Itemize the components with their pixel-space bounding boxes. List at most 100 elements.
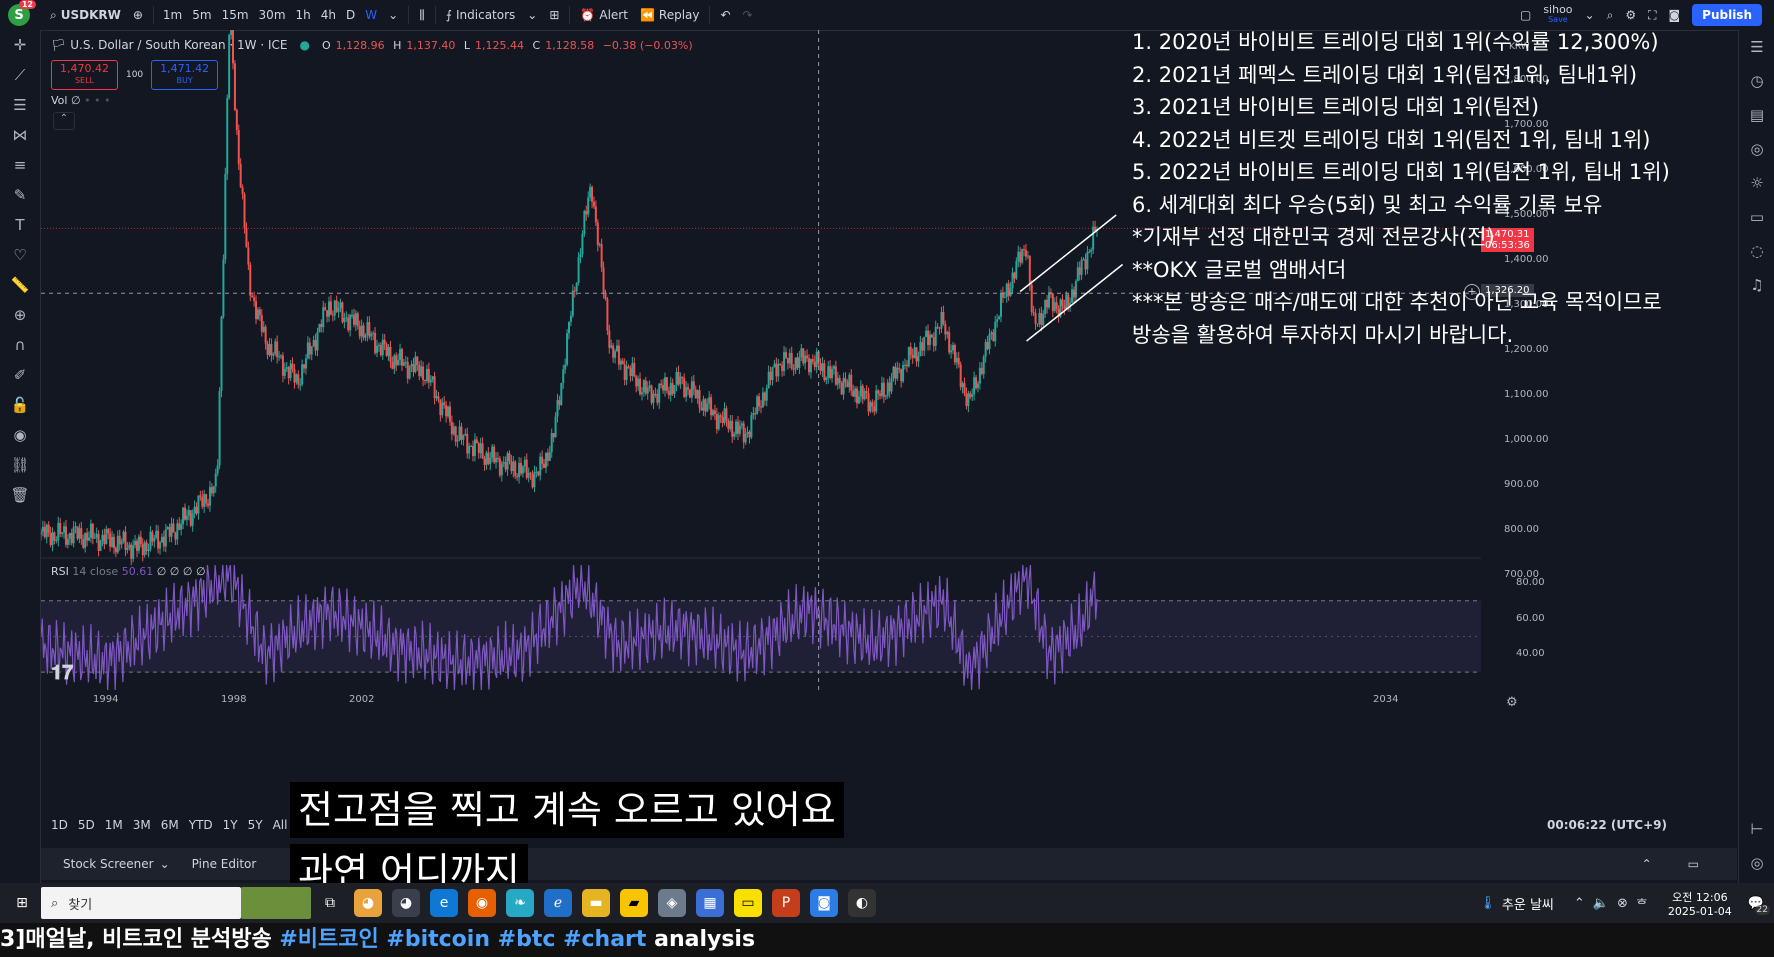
- maximize-panel-icon[interactable]: ▭: [1688, 857, 1699, 871]
- weather-label[interactable]: 추운 날씨: [1502, 894, 1554, 913]
- gann-fib-tool[interactable]: ≡: [0, 150, 40, 180]
- interval-5m[interactable]: 5m: [187, 0, 216, 30]
- layouts-button[interactable]: ⊞: [543, 0, 565, 30]
- ime-icon[interactable]: ᄒ: [1636, 894, 1648, 913]
- hashtag[interactable]: #btc: [498, 927, 563, 952]
- interval-15m[interactable]: 15m: [217, 0, 254, 30]
- taskbar-search[interactable]: ⌕ 찾기: [41, 887, 241, 919]
- crosshair-tool[interactable]: ✛: [0, 30, 40, 60]
- candle-body: [1048, 292, 1050, 308]
- icon-tool[interactable]: ♡: [0, 240, 40, 270]
- timeframe-all[interactable]: All: [273, 818, 288, 832]
- stock-screener-tab[interactable]: Stock Screener: [63, 857, 154, 871]
- interval-30m[interactable]: 30m: [254, 0, 291, 30]
- app-kakaotalk[interactable]: ▭: [734, 889, 762, 917]
- indicators-button[interactable]: ⨍ Indicators: [440, 0, 522, 30]
- candle-body: [53, 532, 56, 541]
- candle-body: [237, 129, 240, 165]
- timeframe-1d[interactable]: 1D: [51, 818, 68, 832]
- notification-center[interactable]: 💬 22: [1748, 896, 1770, 915]
- app-bird[interactable]: ❧: [506, 889, 534, 917]
- rsi-extra: ∅ ∅ ∅ ∅: [156, 565, 206, 578]
- timeframe-1m[interactable]: 1M: [105, 818, 123, 832]
- text-tool[interactable]: T: [0, 210, 40, 240]
- network-icon[interactable]: ⊗: [1617, 896, 1628, 911]
- app-file-explorer[interactable]: ▬: [582, 889, 610, 917]
- app-firefox[interactable]: ◉: [468, 889, 496, 917]
- taskbar-clock[interactable]: 오전 12:06 2025-01-04: [1668, 889, 1732, 918]
- user-avatar[interactable]: S 12: [8, 0, 36, 26]
- app-ie[interactable]: ℯ: [544, 889, 572, 917]
- candle-body: [93, 537, 96, 539]
- rsi-axis[interactable]: 80.00 60.00 40.00: [1486, 555, 1546, 695]
- clock[interactable]: 00:06:22 (UTC+9): [1547, 818, 1667, 832]
- candle-body: [984, 341, 987, 357]
- hashtag[interactable]: #chart: [563, 927, 654, 952]
- zoom-tool[interactable]: ⊕: [0, 300, 40, 330]
- publish-button[interactable]: Publish: [1692, 4, 1762, 26]
- alert-button[interactable]: ⏰ Alert: [574, 0, 634, 30]
- app-photos[interactable]: ◈: [658, 889, 686, 917]
- symbol-search[interactable]: ⌕ USDKRW: [44, 0, 127, 30]
- undo-button[interactable]: ↶: [714, 0, 736, 30]
- hashtag[interactable]: #bitcoin: [386, 927, 497, 952]
- pine-button[interactable]: ⊢: [1739, 812, 1774, 846]
- interval-1h[interactable]: 1h: [291, 0, 316, 30]
- volume-icon[interactable]: 🔈: [1593, 896, 1609, 911]
- help-button[interactable]: ◎: [1739, 846, 1774, 880]
- brush-tool[interactable]: ✎: [0, 180, 40, 210]
- lock-tool[interactable]: 🔓: [0, 390, 40, 420]
- chevron-down-icon[interactable]: ⌄: [160, 857, 170, 871]
- task-view-button[interactable]: ⧉: [316, 889, 344, 917]
- redo-button[interactable]: ↷: [737, 0, 759, 30]
- timeframe-3m[interactable]: 3M: [133, 818, 151, 832]
- app-obs[interactable]: ◐: [848, 889, 876, 917]
- timeframe-5y[interactable]: 5Y: [248, 818, 263, 832]
- indicators-dropdown[interactable]: ⌄: [521, 0, 543, 30]
- stay-in-drawing-tool[interactable]: ✐: [0, 360, 40, 390]
- sell-button[interactable]: 1,470.42 SELL: [51, 60, 118, 90]
- chart-type-button[interactable]: ⫼: [413, 0, 431, 30]
- app-powerpoint[interactable]: P: [772, 889, 800, 917]
- app-sticky[interactable]: ▰: [620, 889, 648, 917]
- app-chrome-profile[interactable]: ◕: [392, 889, 420, 917]
- add-symbol-button[interactable]: ⊕: [127, 0, 149, 30]
- timeframe-6m[interactable]: 6M: [161, 818, 179, 832]
- interval-dropdown[interactable]: ⌄: [382, 0, 404, 30]
- axis-settings-button[interactable]: ⚙: [1506, 695, 1518, 710]
- pine-editor-tab[interactable]: Pine Editor: [192, 857, 257, 871]
- app-edge[interactable]: e: [430, 889, 458, 917]
- magnet-tool[interactable]: ∩: [0, 330, 40, 360]
- link-tool[interactable]: ⛓: [0, 450, 40, 480]
- tray-chevron-icon[interactable]: ⌃: [1574, 896, 1585, 911]
- candle-body: [952, 345, 954, 351]
- app-chrome[interactable]: ◕: [354, 889, 382, 917]
- buy-button[interactable]: 1,471.42 BUY: [151, 60, 219, 90]
- timeframe-1y[interactable]: 1Y: [223, 818, 238, 832]
- candle-body: [702, 399, 705, 411]
- interval-1m[interactable]: 1m: [158, 0, 187, 30]
- time-axis[interactable]: 1994 1998 2002 2034: [41, 692, 1481, 710]
- timeframe-5d[interactable]: 5D: [78, 818, 95, 832]
- collapse-panel-icon[interactable]: ⌃: [1642, 857, 1652, 871]
- measure-tool[interactable]: 📏: [0, 270, 40, 300]
- horizontal-lines-tool[interactable]: ☰: [0, 90, 40, 120]
- candle-body: [134, 540, 137, 546]
- hide-tool[interactable]: ◉: [0, 420, 40, 450]
- hashtag[interactable]: #비트코인: [279, 927, 386, 952]
- app-zoom[interactable]: ◙: [810, 889, 838, 917]
- interval-d[interactable]: D: [341, 0, 360, 30]
- trendline-tool[interactable]: ⟋: [0, 60, 40, 90]
- replay-button[interactable]: ⏪ Replay: [634, 0, 706, 30]
- interval-4h[interactable]: 4h: [316, 0, 341, 30]
- start-button[interactable]: ⊞: [8, 889, 36, 917]
- collapse-legend-button[interactable]: ⌃: [53, 112, 75, 130]
- candle-body: [126, 547, 129, 550]
- timeframe-ytd[interactable]: YTD: [189, 818, 213, 832]
- pattern-tool[interactable]: ⋈: [0, 120, 40, 150]
- app-calculator[interactable]: ▦: [696, 889, 724, 917]
- delete-tool[interactable]: 🗑: [0, 480, 40, 510]
- interval-w[interactable]: W: [360, 0, 382, 30]
- candle-body: [980, 367, 983, 375]
- brush-icon: ✎: [13, 186, 27, 204]
